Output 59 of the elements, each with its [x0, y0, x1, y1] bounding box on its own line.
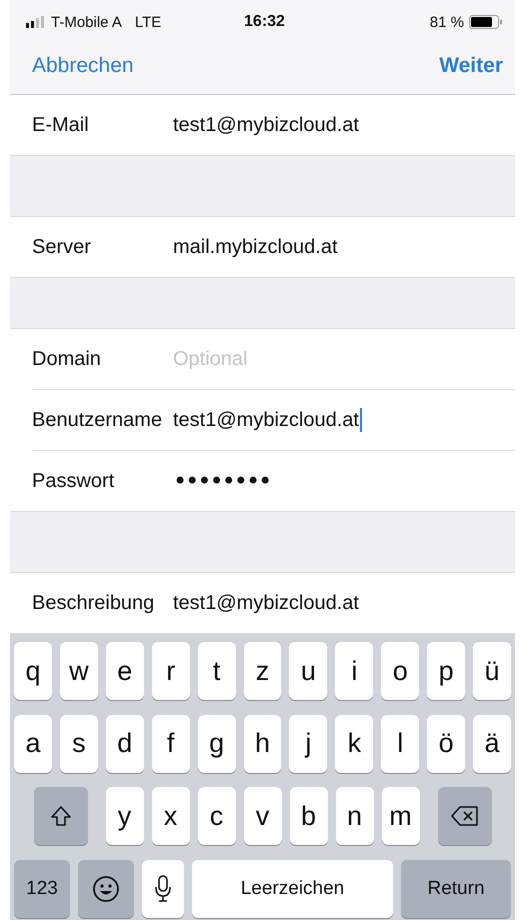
field-label: E-Mail	[32, 113, 90, 137]
field-label: Passwort	[32, 469, 116, 493]
microphone-icon	[155, 874, 171, 903]
field-label: Domain	[32, 347, 102, 371]
keyboard-key[interactable]: e	[106, 642, 144, 700]
input-field[interactable]: ••••••••	[173, 469, 270, 493]
field-label: Beschreibung	[32, 591, 156, 615]
keyboard-key[interactable]: f	[152, 714, 190, 773]
space-key[interactable]: Leerzeichen	[192, 860, 393, 918]
input-field[interactable]: test1@mybizcloud.at	[173, 113, 359, 137]
network-type: LTE	[134, 14, 162, 30]
keyboard-key[interactable]: a	[14, 714, 52, 773]
keyboard-key[interactable]: l	[381, 714, 420, 773]
keyboard-key[interactable]: d	[106, 714, 144, 773]
next-button[interactable]: Weiter	[439, 54, 503, 78]
shift-icon	[50, 806, 72, 826]
cancel-button[interactable]: Abbrechen	[32, 54, 134, 78]
clock: 16:32	[244, 13, 285, 31]
keyboard-key[interactable]: k	[335, 714, 374, 773]
keyboard-key[interactable]: b	[290, 787, 328, 846]
backspace-icon	[450, 806, 478, 826]
input-field[interactable]: test1@mybizcloud.at	[173, 591, 359, 615]
keyboard-key[interactable]: n	[336, 787, 374, 846]
battery-percent: 81 %	[430, 14, 464, 30]
return-key[interactable]: Return	[401, 860, 511, 918]
smiley-icon	[92, 874, 120, 903]
keyboard-key[interactable]: h	[244, 714, 282, 773]
keyboard-key[interactable]: j	[289, 714, 328, 773]
emoji-key[interactable]	[78, 860, 134, 918]
keyboard-key[interactable]: v	[244, 787, 282, 846]
shift-key[interactable]	[34, 787, 88, 846]
battery-icon	[468, 15, 503, 29]
keyboard-key[interactable]: t	[198, 642, 236, 700]
keyboard-key[interactable]: s	[60, 714, 98, 773]
field-label: Benutzername	[32, 408, 164, 432]
signal-icon	[26, 16, 46, 28]
field-label: Server	[32, 235, 92, 259]
keyboard-key[interactable]: ü	[473, 642, 511, 700]
keyboard-key[interactable]: p	[427, 642, 466, 700]
keyboard-key[interactable]: q	[14, 642, 52, 700]
keyboard-key[interactable]: g	[198, 714, 236, 773]
keyboard-key[interactable]: x	[152, 787, 190, 846]
keyboard-key[interactable]: w	[60, 642, 98, 700]
input-field[interactable]: test1@mybizcloud.at	[173, 408, 362, 432]
keyboard-key[interactable]: ö	[427, 714, 466, 773]
keyboard-key[interactable]: o	[381, 642, 420, 700]
keyboard-key[interactable]: c	[198, 787, 236, 846]
keyboard-key[interactable]: z	[244, 642, 282, 700]
keyboard-key[interactable]: ä	[473, 714, 511, 773]
keyboard-key[interactable]: i	[335, 642, 374, 700]
keyboard-key[interactable]: m	[382, 787, 420, 846]
dictation-key[interactable]	[142, 860, 184, 918]
numbers-key[interactable]: 123	[14, 860, 70, 918]
keyboard-key[interactable]: u	[289, 642, 328, 700]
input-field[interactable]: mail.mybizcloud.at	[173, 235, 338, 259]
carrier-name: T-Mobile A	[51, 14, 122, 30]
backspace-key[interactable]	[438, 787, 492, 846]
keyboard-key[interactable]: y	[106, 787, 144, 846]
keyboard-key[interactable]: r	[152, 642, 190, 700]
